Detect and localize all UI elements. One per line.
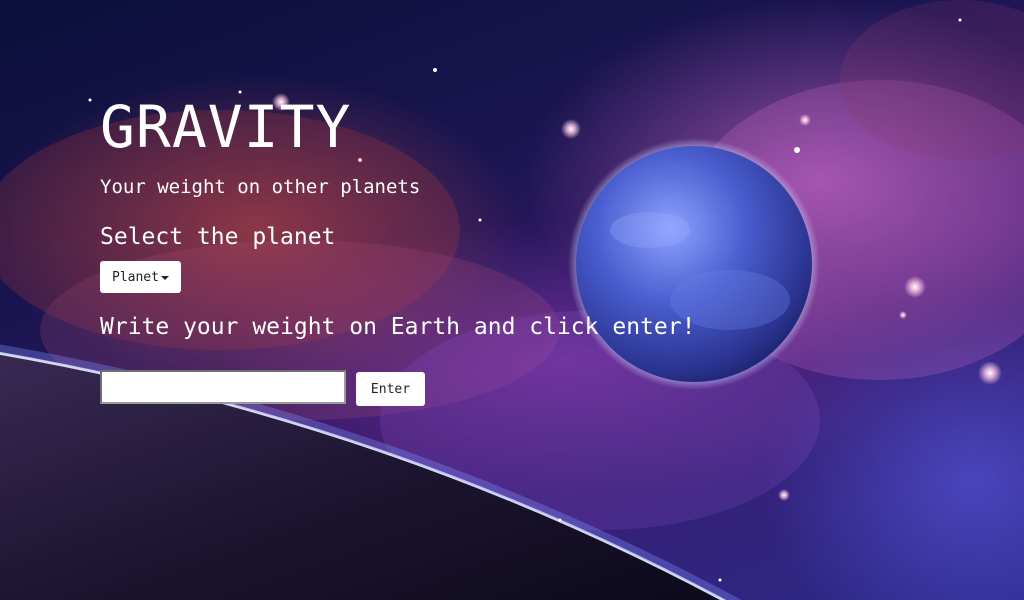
page-subtitle: Your weight on other planets <box>100 176 421 198</box>
select-planet-label: Select the planet <box>100 224 336 250</box>
enter-button[interactable]: Enter <box>356 372 425 406</box>
caret-down-icon <box>160 276 169 280</box>
page-title: GRAVITY <box>100 93 352 161</box>
weight-instruction: Write your weight on Earth and click ent… <box>100 314 696 340</box>
planet-dropdown-button[interactable]: Planet <box>100 261 181 293</box>
planet-dropdown-label: Planet <box>112 269 159 285</box>
gravity-app: GRAVITY Your weight on other planets Sel… <box>100 0 860 600</box>
weight-input[interactable] <box>100 370 346 404</box>
